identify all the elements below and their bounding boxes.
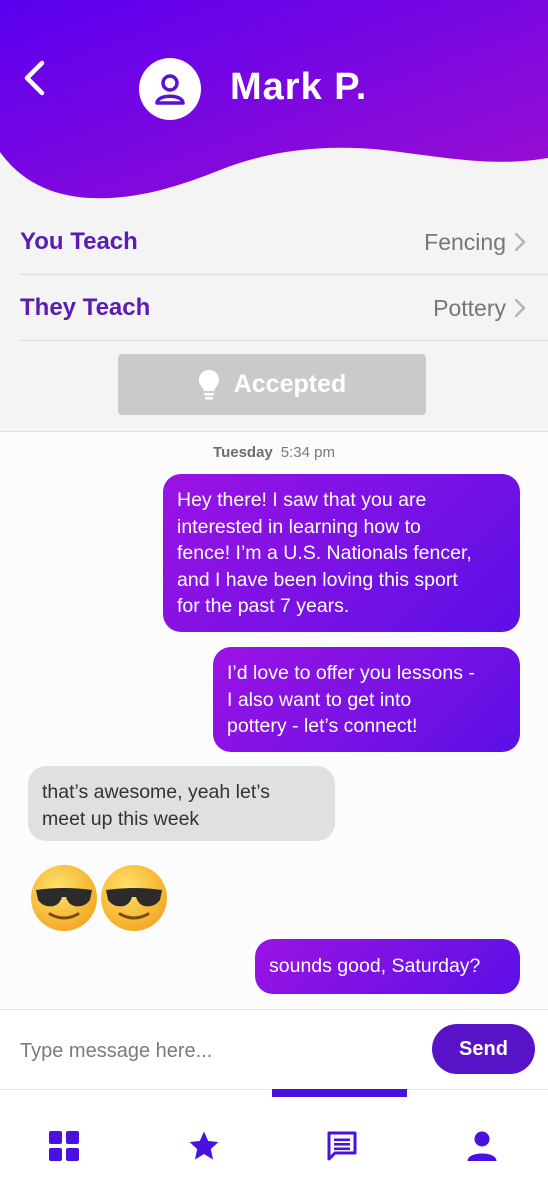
message-bubble-outgoing[interactable]: Hey there! I saw that you are interested… xyxy=(163,474,520,632)
they-teach-value-group: Pottery xyxy=(433,295,548,322)
avatar[interactable] xyxy=(139,58,201,120)
they-teach-row[interactable]: They Teach Pottery xyxy=(20,276,548,341)
timestamp-time: 5:34 pm xyxy=(280,444,335,461)
chat-icon xyxy=(327,1131,357,1161)
contact-name: Mark P. xyxy=(230,66,368,108)
person-icon xyxy=(155,74,185,105)
nav-messages[interactable] xyxy=(322,1126,362,1166)
sunglasses-emoji-icon xyxy=(31,865,167,931)
they-teach-label: They Teach xyxy=(20,294,151,321)
message-bubble-incoming[interactable]: that’s awesome, yeah let’s meet up this … xyxy=(28,766,335,841)
accepted-button[interactable]: Accepted xyxy=(118,354,426,415)
chevron-right-icon xyxy=(514,298,526,318)
chat-timestamp: Tuesday 5:34 pm xyxy=(0,444,548,461)
nav-favorites[interactable] xyxy=(184,1126,224,1166)
timestamp-day: Tuesday xyxy=(213,444,273,461)
message-input[interactable] xyxy=(18,1030,422,1072)
chevron-right-icon xyxy=(514,232,526,252)
nav-home[interactable] xyxy=(44,1126,84,1166)
nav-profile[interactable] xyxy=(462,1126,502,1166)
accepted-label: Accepted xyxy=(233,370,347,398)
you-teach-value: Fencing xyxy=(424,228,506,255)
profile-icon xyxy=(467,1131,497,1161)
active-tab-indicator xyxy=(272,1089,407,1097)
they-teach-value: Pottery xyxy=(433,294,506,321)
send-button[interactable]: Send xyxy=(432,1024,535,1074)
grid-icon xyxy=(49,1131,79,1161)
message-emoji[interactable] xyxy=(30,862,168,932)
star-icon xyxy=(189,1131,219,1160)
lightbulb-icon xyxy=(198,369,219,399)
you-teach-row[interactable]: You Teach Fencing xyxy=(20,210,548,275)
back-button[interactable] xyxy=(18,58,54,98)
chevron-left-icon xyxy=(24,60,45,96)
message-bubble-outgoing[interactable]: sounds good, Saturday? xyxy=(255,939,520,994)
you-teach-value-group: Fencing xyxy=(424,229,548,256)
message-bubble-outgoing[interactable]: I’d love to offer you lessons - I also w… xyxy=(213,647,520,752)
you-teach-label: You Teach xyxy=(20,228,138,255)
